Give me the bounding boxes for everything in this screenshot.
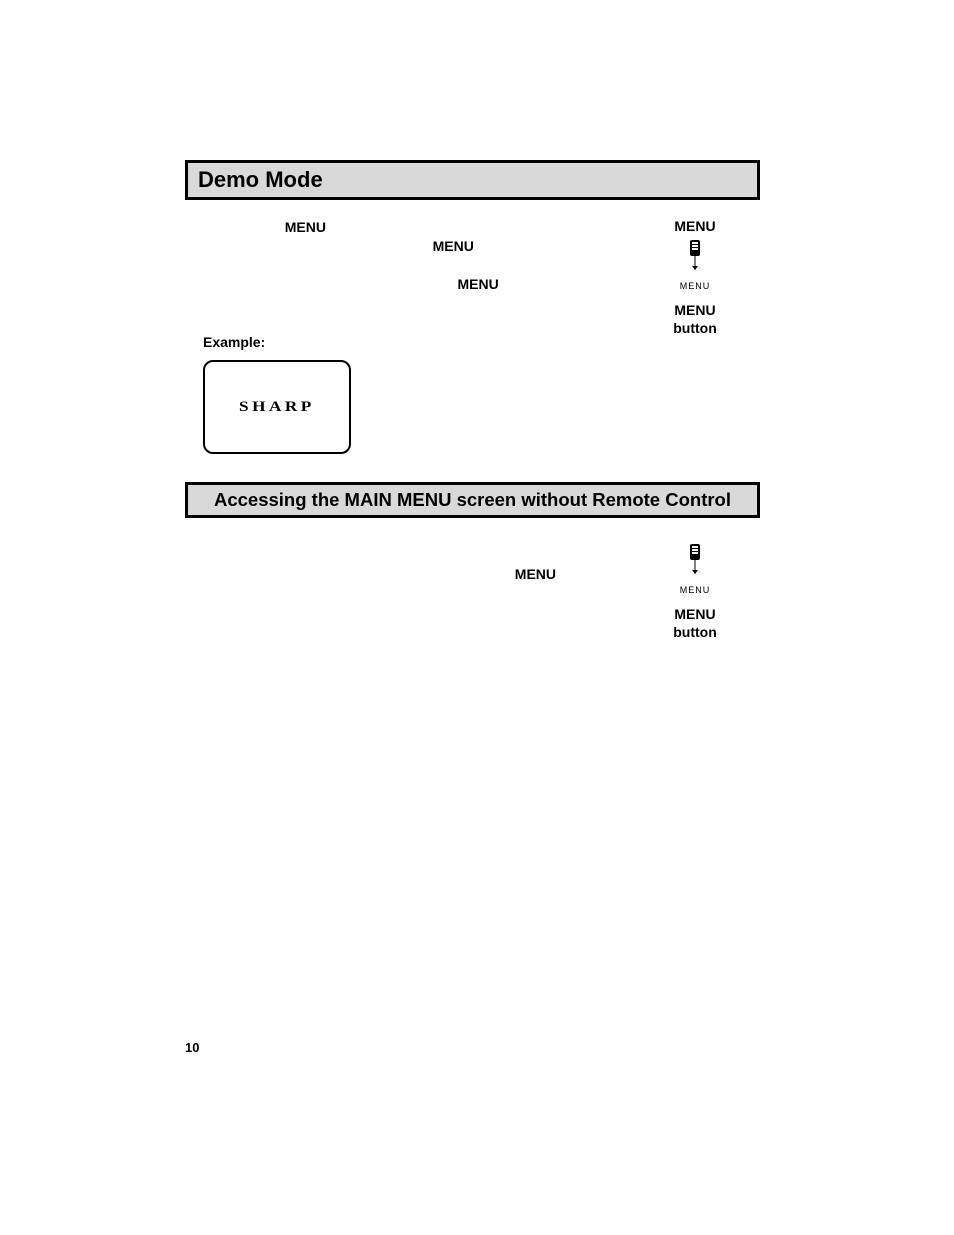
menu-caption-2: MENUbutton [645, 606, 745, 641]
section-heading-access: Accessing the MAIN MENU screen without R… [185, 482, 760, 518]
page-number: 10 [185, 1040, 199, 1055]
remote-icon-label-2: MENU [680, 585, 711, 595]
section-heading-demo: Demo Mode [185, 160, 760, 200]
menu-caption: MENUbutton [645, 302, 745, 337]
example-label: Example: [203, 334, 633, 350]
section2-body: The MAIN MENU screen can be accessed fro… [185, 536, 760, 603]
remote-menu-icon: MENU [680, 240, 711, 291]
section2-right-column: MENU MENUbutton [645, 542, 745, 641]
section1-paragraph: Pressing the MENU button repeatedly will… [203, 218, 633, 312]
menu-title: MENU [645, 218, 745, 234]
sharp-logo: SHARP [239, 399, 315, 416]
demo-screen-box: SHARP [203, 360, 351, 454]
section1-body: Pressing the MENU button repeatedly will… [185, 218, 760, 454]
section2-paragraph: The MAIN MENU screen can be accessed fro… [203, 546, 633, 603]
remote-icon-label: MENU [680, 281, 711, 291]
section1-right-column: MENU MENU MENUbutton [645, 218, 745, 337]
remote-menu-icon-2: MENU [680, 544, 711, 595]
